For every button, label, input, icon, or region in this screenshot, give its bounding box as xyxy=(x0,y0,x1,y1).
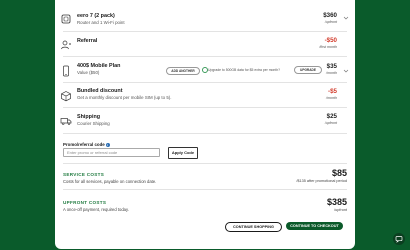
divider xyxy=(63,163,347,164)
upfront-costs-amount: $385 xyxy=(326,197,347,207)
mobile-phone-icon xyxy=(60,65,72,77)
service-costs-amount: $85 xyxy=(331,168,347,178)
item-amount: $25 xyxy=(326,113,337,120)
divider xyxy=(63,31,347,32)
referral-user-icon xyxy=(60,39,72,51)
item-subtitle: Router and 1 Wi-Fi point xyxy=(77,20,125,25)
truck-icon xyxy=(60,115,72,127)
item-title: Shipping xyxy=(77,114,101,120)
item-period: /first month xyxy=(319,45,337,49)
promo-label: Promo/referral code i xyxy=(63,142,110,147)
item-title: Bundled discount xyxy=(77,88,123,94)
upgrade-offer-text: Upgrade to 500GB data for $5 extra per m… xyxy=(208,68,281,72)
apply-code-button[interactable]: Apply Code xyxy=(168,147,198,159)
router-icon xyxy=(60,13,72,25)
upfront-costs-note: /upfront xyxy=(334,208,347,212)
bundle-box-icon xyxy=(60,90,72,102)
item-period: /month xyxy=(326,96,337,100)
item-title: 400$ Mobile Plan xyxy=(77,63,121,69)
upfront-costs-label: UPFRONT COSTS xyxy=(63,200,107,205)
service-costs-label: SERVICE COSTS xyxy=(63,172,105,177)
continue-to-checkout-button[interactable]: CONTINUE TO CHECKOUT xyxy=(286,222,343,230)
continue-shopping-button[interactable]: CONTINUE SHOPPING xyxy=(225,222,282,232)
item-title: eero 7 (2 pack) xyxy=(77,13,115,19)
divider xyxy=(63,189,347,190)
promo-label-text: Promo/referral code xyxy=(63,142,105,147)
service-costs-subtitle: Costs for all services, payable on conne… xyxy=(63,179,157,184)
item-period: /upfront xyxy=(324,20,337,24)
service-costs-note: /$135 after promotional period xyxy=(296,179,347,183)
item-amount: -$50 xyxy=(324,37,337,44)
add-another-button[interactable]: ADD ANOTHER xyxy=(166,67,200,75)
item-subtitle: Get a monthly discount per mobile SIM (u… xyxy=(77,95,172,100)
divider xyxy=(63,82,347,83)
item-amount: $35 xyxy=(326,63,337,70)
item-period: /month xyxy=(326,71,337,75)
item-amount: $360 xyxy=(323,12,337,19)
item-title: Referral xyxy=(77,38,98,44)
divider xyxy=(63,133,347,134)
item-subtitle: Courier Shipping xyxy=(77,121,110,126)
chevron-down-icon[interactable] xyxy=(343,15,349,21)
divider xyxy=(63,56,347,57)
item-amount: -$5 xyxy=(328,88,337,95)
upfront-costs-subtitle: A once-off payment, required today. xyxy=(63,207,129,212)
item-period: /upfront xyxy=(324,121,337,125)
item-subtitle: Value ($50) xyxy=(77,70,100,75)
promo-code-input[interactable] xyxy=(63,148,160,157)
info-icon[interactable]: i xyxy=(105,142,110,147)
chevron-down-icon[interactable] xyxy=(343,68,349,74)
chat-icon[interactable] xyxy=(393,233,405,245)
divider xyxy=(63,107,347,108)
upgrade-button[interactable]: UPGRADE xyxy=(294,66,322,74)
cart-card: eero 7 (2 pack) Router and 1 Wi-Fi point… xyxy=(55,0,355,249)
